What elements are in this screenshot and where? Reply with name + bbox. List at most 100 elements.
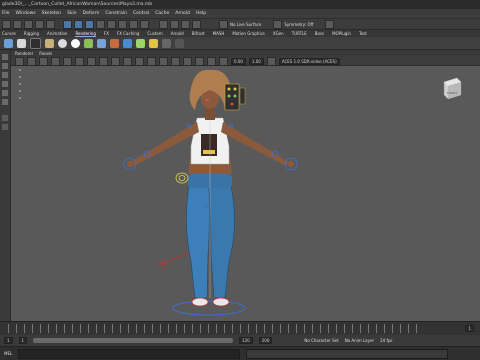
hypershade-icon[interactable] bbox=[192, 19, 201, 29]
save-scene-icon[interactable] bbox=[24, 19, 33, 29]
fps-dropdown[interactable]: 24 fps bbox=[380, 338, 392, 343]
field-chart-icon[interactable] bbox=[111, 57, 120, 65]
shelf-tab-rendering[interactable]: Rendering bbox=[75, 31, 96, 37]
image-plane-icon[interactable] bbox=[51, 57, 60, 65]
volume-light-icon[interactable] bbox=[136, 38, 145, 48]
menu-file[interactable]: File bbox=[2, 11, 10, 16]
exposure-field[interactable]: 0.00 bbox=[231, 57, 246, 65]
shelf-tab-fx-caching[interactable]: FX Caching bbox=[117, 31, 139, 36]
grey-sphere-icon[interactable] bbox=[58, 38, 67, 48]
anim-start-field[interactable]: 1 bbox=[4, 337, 13, 344]
menu-constrain[interactable]: Constrain bbox=[105, 11, 127, 16]
shelf-tab-mash[interactable]: MASH bbox=[213, 31, 225, 36]
menu-deform[interactable]: Deform bbox=[83, 11, 100, 16]
wireframe-icon[interactable] bbox=[135, 57, 144, 65]
select-hierarchy-icon[interactable] bbox=[63, 19, 72, 29]
new-scene-icon[interactable] bbox=[2, 19, 11, 29]
ambient-occlusion-icon[interactable] bbox=[195, 57, 204, 65]
render-view-icon[interactable] bbox=[149, 38, 158, 48]
hypershade-shelf-icon[interactable] bbox=[162, 38, 171, 48]
menu-arnold[interactable]: Arnold bbox=[175, 11, 190, 16]
shelf-tab-boss[interactable]: Boss bbox=[315, 31, 324, 36]
textured-icon[interactable] bbox=[159, 57, 168, 65]
shelf-tab-motion-graphics[interactable]: Motion Graphics bbox=[232, 31, 265, 36]
shelf-tab-arnold[interactable]: Arnold bbox=[171, 31, 184, 36]
scale-tool-icon[interactable] bbox=[2, 99, 8, 105]
time-slider[interactable]: 1 bbox=[0, 321, 480, 335]
shelf-tab-custom[interactable]: Custom bbox=[147, 31, 162, 36]
menu-control[interactable]: Control bbox=[133, 11, 149, 16]
camera-aim-icon[interactable] bbox=[17, 38, 26, 48]
safe-action-icon[interactable] bbox=[123, 57, 132, 65]
ipr-render-icon[interactable] bbox=[170, 19, 179, 29]
playback-start-field[interactable]: 1 bbox=[18, 337, 28, 344]
layout-single-icon[interactable] bbox=[2, 115, 8, 121]
resolution-gate-icon[interactable] bbox=[87, 57, 96, 65]
anim-layer-dropdown[interactable]: No Anim Layer bbox=[345, 338, 374, 343]
shelf-tab-test[interactable]: Test bbox=[359, 31, 367, 36]
symmetry-dropdown[interactable]: Symmetry: Off bbox=[284, 22, 313, 27]
paint-select-icon[interactable] bbox=[2, 72, 8, 78]
select-tool-icon[interactable] bbox=[2, 54, 8, 60]
character-set-dropdown[interactable]: No Character Set bbox=[304, 338, 338, 343]
select-camera-icon[interactable] bbox=[15, 57, 24, 65]
shelf-tab-fx[interactable]: FX bbox=[104, 31, 109, 36]
shelf-tab-bifrost[interactable]: Bifrost bbox=[192, 31, 205, 36]
menu-skeleton[interactable]: Skeleton bbox=[42, 11, 61, 16]
current-frame-field[interactable]: 1 bbox=[465, 325, 474, 332]
film-gate-icon[interactable] bbox=[75, 57, 84, 65]
smooth-shade-icon[interactable] bbox=[147, 57, 156, 65]
facial-control-panel[interactable] bbox=[224, 83, 246, 111]
grid-icon[interactable] bbox=[63, 57, 72, 65]
camera-attributes-icon[interactable] bbox=[27, 57, 36, 65]
snap-surface-icon[interactable] bbox=[140, 19, 149, 29]
move-tool-icon[interactable] bbox=[2, 81, 8, 87]
snap-point-icon[interactable] bbox=[118, 19, 127, 29]
rotate-tool-icon[interactable] bbox=[2, 90, 8, 96]
directional-light-icon[interactable] bbox=[84, 38, 93, 48]
white-sphere-icon[interactable] bbox=[71, 38, 80, 48]
menu-skin[interactable]: Skin bbox=[67, 11, 77, 16]
open-scene-icon[interactable] bbox=[13, 19, 22, 29]
range-slider-bar[interactable] bbox=[33, 338, 234, 343]
gamma-field[interactable]: 1.00 bbox=[248, 57, 264, 65]
black-sphere-icon[interactable] bbox=[30, 37, 41, 49]
command-mode-label[interactable]: MEL bbox=[4, 351, 12, 356]
perspective-viewport[interactable]: FRONT bbox=[11, 66, 480, 321]
command-input[interactable] bbox=[18, 348, 241, 359]
snap-plane-icon[interactable] bbox=[129, 19, 138, 29]
isolate-select-icon[interactable] bbox=[207, 57, 216, 65]
spot-light-icon[interactable] bbox=[110, 38, 119, 48]
color-management-icon[interactable] bbox=[266, 57, 276, 65]
redo-icon[interactable] bbox=[46, 19, 55, 29]
menu-windows[interactable]: Windows bbox=[16, 11, 36, 16]
ambient-light-icon[interactable] bbox=[45, 38, 54, 48]
shelf-tab-xgen[interactable]: XGen bbox=[273, 31, 284, 36]
snap-curve-icon[interactable] bbox=[107, 19, 116, 29]
bookmarks-icon[interactable] bbox=[39, 57, 48, 65]
view-transform-dropdown[interactable]: ACES 1.0 SDR-video (ACES) bbox=[278, 57, 340, 65]
layout-four-icon[interactable] bbox=[2, 124, 8, 130]
shelf-tab-animation[interactable]: Animation bbox=[47, 31, 67, 36]
view-cube[interactable]: FRONT bbox=[443, 77, 462, 100]
shelf-tab-moplugin[interactable]: MOPlugin bbox=[332, 31, 351, 36]
no-live-surface-label[interactable]: No Live Surface bbox=[230, 22, 261, 27]
area-light-icon[interactable] bbox=[123, 38, 132, 48]
shadows-icon[interactable] bbox=[183, 57, 192, 65]
shelf-tab-turtle[interactable]: TURTLE bbox=[292, 31, 307, 36]
snap-grid-icon[interactable] bbox=[96, 19, 105, 29]
xray-icon[interactable] bbox=[219, 57, 228, 65]
lights-icon[interactable] bbox=[171, 57, 180, 65]
render-frame-icon[interactable] bbox=[159, 19, 168, 29]
render-settings-shelf-icon[interactable] bbox=[175, 38, 184, 48]
camera-icon[interactable] bbox=[4, 38, 13, 48]
undo-icon[interactable] bbox=[35, 19, 44, 29]
menu-help[interactable]: Help bbox=[196, 11, 206, 16]
menu-cache[interactable]: Cache bbox=[155, 11, 169, 16]
panel-menu-panels[interactable]: Panels bbox=[39, 51, 52, 56]
gate-mask-icon[interactable] bbox=[99, 57, 108, 65]
shelf-tab-rigging[interactable]: Rigging bbox=[24, 31, 39, 36]
select-object-icon[interactable] bbox=[74, 19, 83, 29]
render-settings-icon[interactable] bbox=[181, 19, 190, 29]
point-light-icon[interactable] bbox=[97, 38, 106, 48]
